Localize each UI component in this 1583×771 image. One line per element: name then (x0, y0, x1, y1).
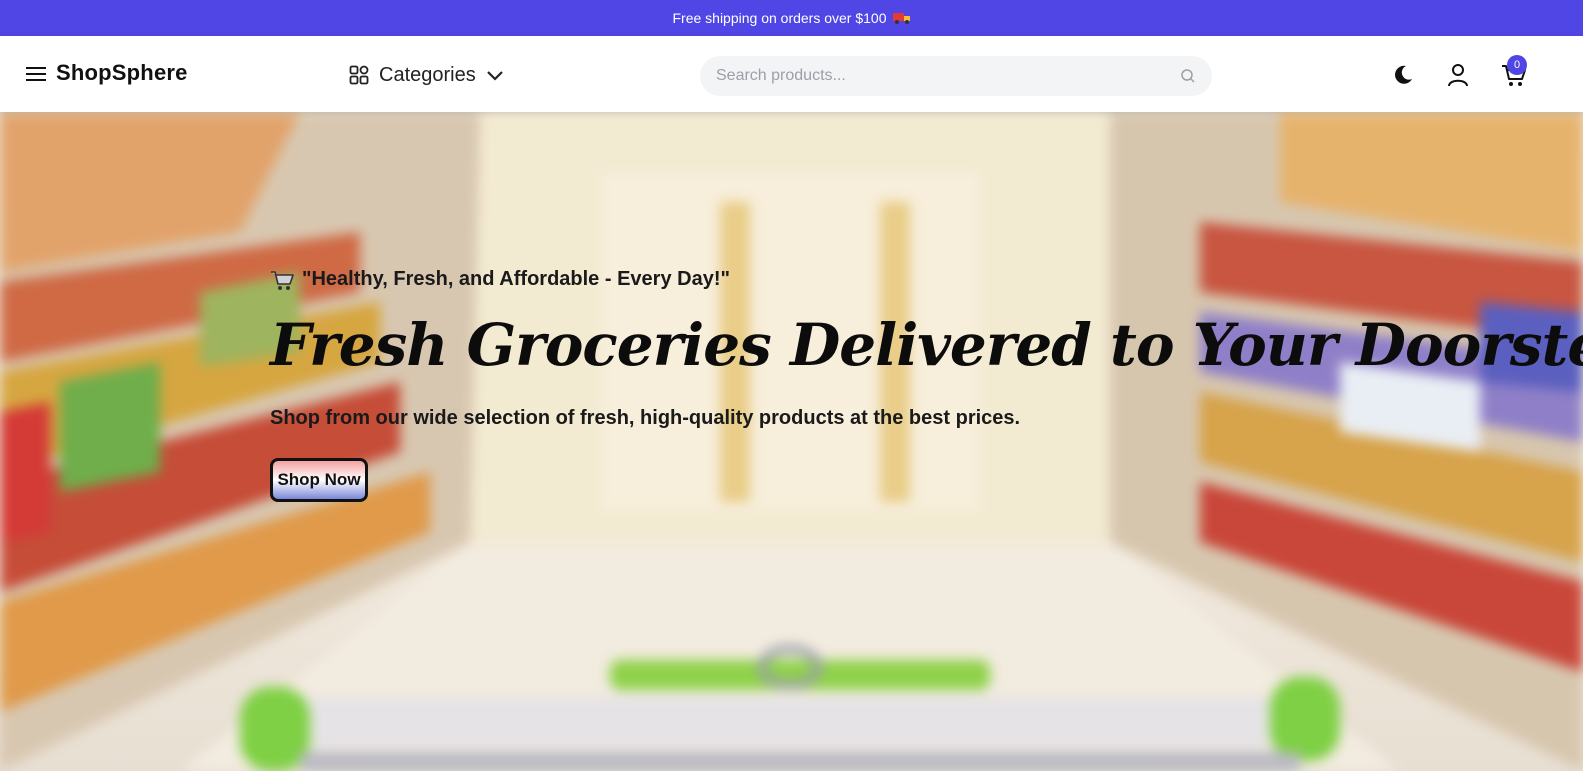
hero-content: "Healthy, Fresh, and Affordable - Every … (270, 268, 1583, 502)
user-account-icon[interactable] (1445, 62, 1471, 88)
categories-dropdown[interactable]: Categories (349, 60, 504, 90)
categories-label: Categories (379, 63, 476, 86)
search-icon[interactable] (1180, 68, 1196, 84)
hero-tagline: "Healthy, Fresh, and Affordable - Every … (270, 268, 1583, 291)
shop-now-button[interactable]: Shop Now (270, 458, 368, 502)
shopping-cart-emoji-icon (271, 270, 294, 290)
cart-count-badge: 0 (1507, 55, 1527, 75)
hero-subtitle: Shop from our wide selection of fresh, h… (270, 407, 1021, 429)
tagline-text: "Healthy, Fresh, and Affordable - Every … (302, 268, 730, 290)
hero-section: "Healthy, Fresh, and Affordable - Every … (0, 112, 1583, 771)
dark-mode-toggle-icon[interactable] (1390, 62, 1416, 88)
site-header: ShopSphere Categories 0 (0, 36, 1583, 112)
promo-text: Free shipping on orders over $100 (672, 10, 887, 26)
truck-icon (892, 13, 910, 24)
promo-bar: Free shipping on orders over $100 (0, 0, 1583, 36)
hamburger-menu-icon[interactable] (25, 64, 47, 84)
search-input[interactable] (716, 67, 1166, 85)
brand-logo[interactable]: ShopSphere (56, 60, 188, 86)
hero-title: Fresh Groceries Delivered to Your Doorst… (270, 311, 1583, 379)
search-bar (700, 56, 1212, 96)
chevron-down-icon (486, 71, 503, 81)
grid-icon (349, 65, 369, 85)
